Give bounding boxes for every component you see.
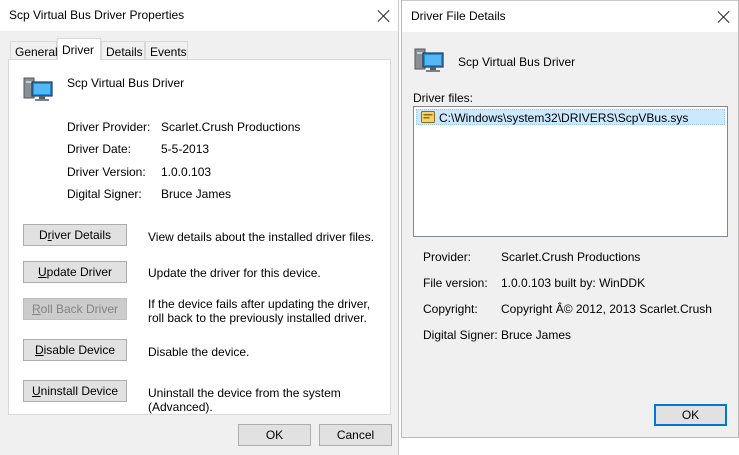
ok-button[interactable]: OK bbox=[238, 424, 311, 446]
button-label: Roll Back Driver bbox=[31, 302, 119, 316]
digital-signer-label: Digital Signer: bbox=[423, 328, 498, 342]
device-icon bbox=[23, 77, 53, 101]
update-driver-button[interactable]: Update Driver bbox=[23, 261, 127, 283]
driver-version-label: Driver Version: bbox=[67, 165, 146, 179]
driver-version-value: 1.0.0.103 bbox=[161, 165, 212, 179]
driver-properties-dialog: Scp Virtual Bus Driver Properties Genera… bbox=[0, 0, 399, 455]
provider-value: Scarlet.Crush Productions bbox=[501, 250, 641, 264]
tab-general[interactable]: General bbox=[10, 41, 58, 60]
driver-date-value: 5-5-2013 bbox=[161, 142, 210, 156]
button-label: Uninstall Device bbox=[31, 384, 119, 398]
device-name: Scp Virtual Bus Driver bbox=[458, 55, 576, 69]
dialog-title: Scp Virtual Bus Driver Properties bbox=[9, 8, 185, 22]
cancel-button[interactable]: Cancel bbox=[319, 424, 392, 446]
ok-button[interactable]: OK bbox=[654, 404, 727, 426]
copyright-value: Copyright Â© 2012, 2013 Scarlet.Crush bbox=[501, 302, 712, 316]
disable-device-description: Disable the device. bbox=[148, 345, 250, 359]
digital-signer-value: Bruce James bbox=[161, 187, 232, 201]
button-label: Disable Device bbox=[34, 343, 116, 357]
tab-events[interactable]: Events bbox=[145, 41, 188, 60]
button-label: Driver Details bbox=[38, 228, 112, 242]
driver-file-icon bbox=[421, 111, 435, 123]
tab-label: Events bbox=[150, 45, 187, 59]
driver-files-label: Driver files: bbox=[413, 91, 474, 105]
file-version-label: File version: bbox=[423, 276, 488, 290]
digital-signer-value: Bruce James bbox=[501, 328, 572, 342]
digital-signer-label: Digital Signer: bbox=[67, 187, 142, 201]
tab-details[interactable]: Details bbox=[101, 41, 145, 60]
device-icon bbox=[414, 48, 444, 72]
copyright-label: Copyright: bbox=[423, 302, 478, 316]
disable-device-button[interactable]: Disable Device bbox=[23, 339, 127, 361]
roll-back-driver-description: If the device fails after updating the d… bbox=[148, 297, 371, 325]
driver-file-path: C:\Windows\system32\DRIVERS\ScpVBus.sys bbox=[439, 111, 689, 125]
title-bar: Scp Virtual Bus Driver Properties bbox=[0, 0, 398, 31]
list-item[interactable]: C:\Windows\system32\DRIVERS\ScpVBus.sys bbox=[416, 109, 725, 125]
update-driver-description: Update the driver for this device. bbox=[148, 266, 321, 280]
driver-details-description: View details about the installed driver … bbox=[148, 230, 374, 244]
tab-label: Details bbox=[106, 45, 143, 59]
driver-files-list[interactable]: C:\Windows\system32\DRIVERS\ScpVBus.sys bbox=[413, 106, 728, 237]
driver-provider-label: Driver Provider: bbox=[67, 120, 151, 134]
device-name: Scp Virtual Bus Driver bbox=[67, 76, 185, 90]
roll-back-driver-button[interactable]: Roll Back Driver bbox=[23, 298, 127, 320]
driver-date-label: Driver Date: bbox=[67, 142, 132, 156]
dialog-title: Driver File Details bbox=[411, 9, 506, 23]
tab-label: General bbox=[15, 45, 58, 59]
uninstall-device-description: Uninstall the device from the system (Ad… bbox=[148, 386, 341, 414]
tab-label: Driver bbox=[62, 43, 94, 57]
driver-file-details-dialog: Driver File Details Scp Virtual Bus Driv… bbox=[401, 0, 739, 438]
title-bar: Driver File Details bbox=[402, 1, 738, 32]
tab-driver[interactable]: Driver bbox=[57, 38, 101, 60]
tab-panel: Scp Virtual Bus Driver Driver Provider: … bbox=[8, 59, 391, 415]
uninstall-device-button[interactable]: Uninstall Device bbox=[23, 380, 127, 402]
provider-label: Provider: bbox=[423, 250, 472, 264]
close-icon[interactable] bbox=[377, 9, 391, 23]
button-label: Update Driver bbox=[37, 265, 113, 279]
close-icon[interactable] bbox=[717, 10, 731, 24]
driver-provider-value: Scarlet.Crush Productions bbox=[161, 120, 301, 134]
driver-details-button[interactable]: Driver Details bbox=[23, 224, 127, 246]
file-version-value: 1.0.0.103 built by: WinDDK bbox=[501, 276, 646, 290]
